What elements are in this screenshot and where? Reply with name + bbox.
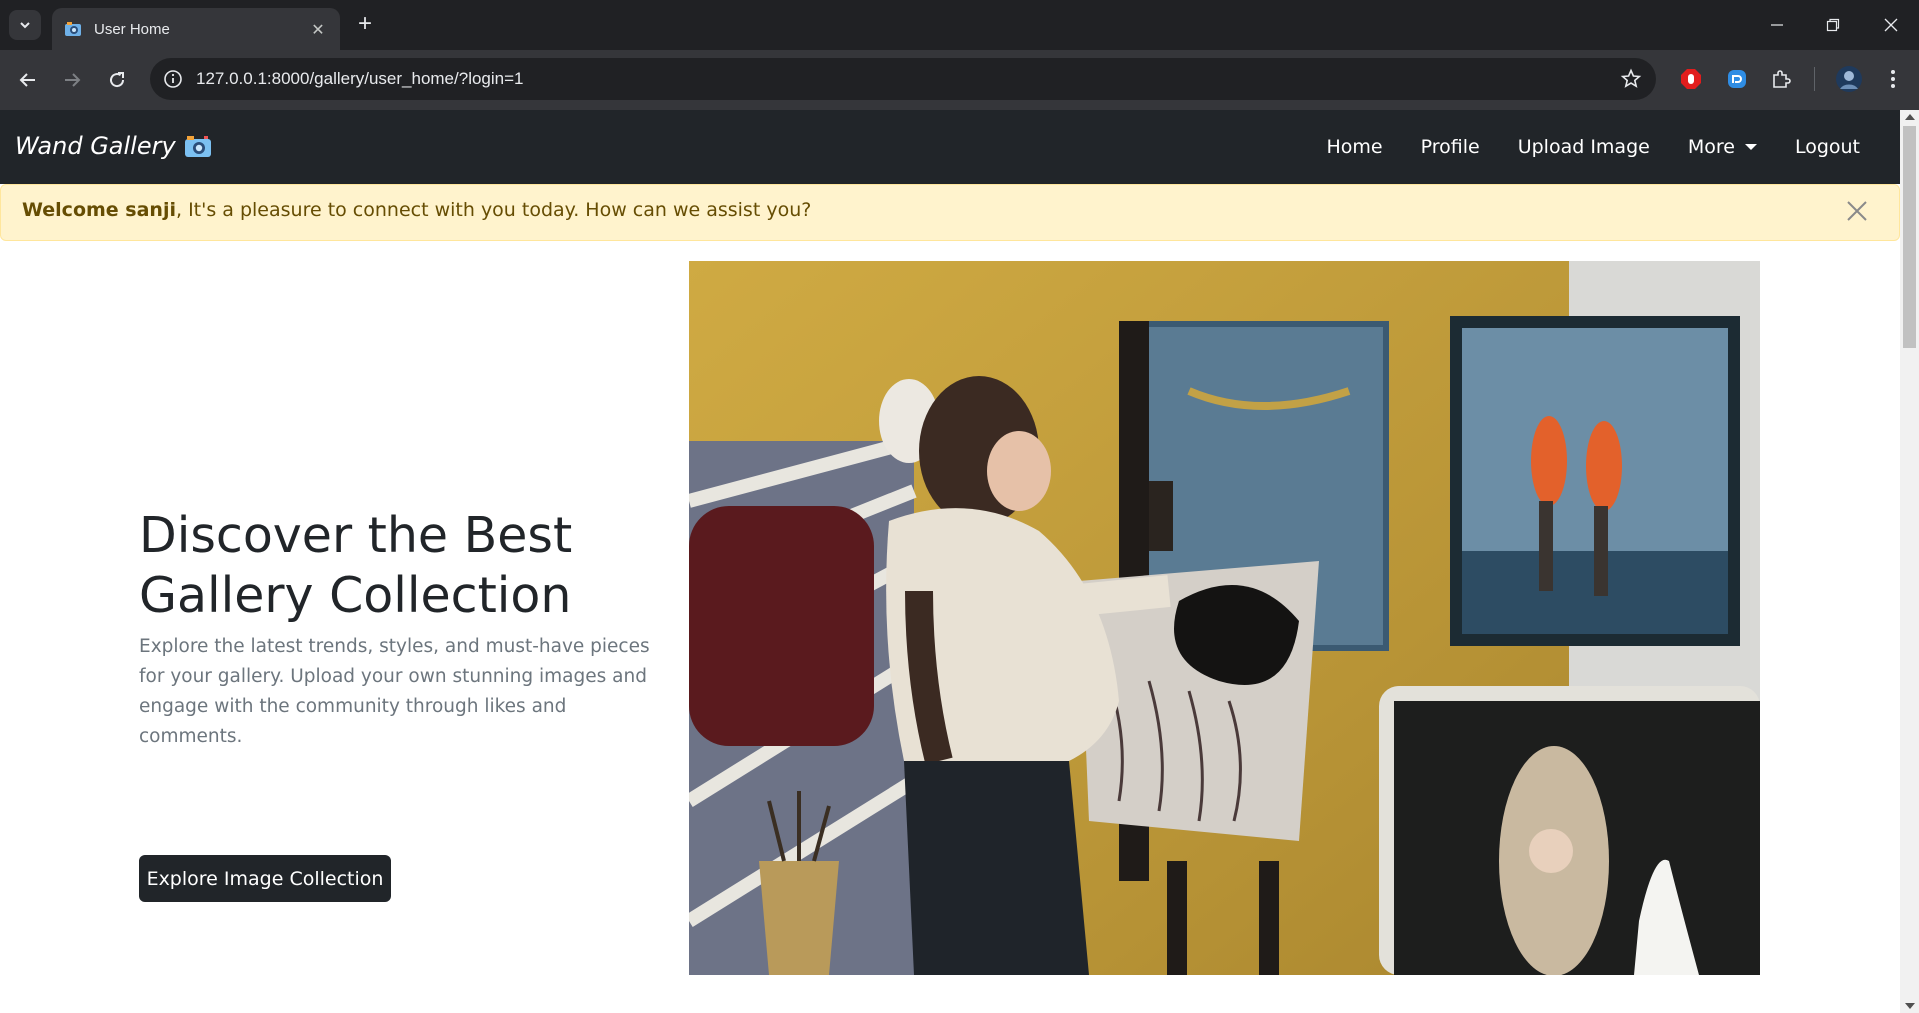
scrollbar-thumb[interactable] bbox=[1903, 126, 1916, 348]
reload-button[interactable] bbox=[101, 64, 133, 96]
bookmark-star-icon[interactable] bbox=[1620, 68, 1642, 90]
extension-blue-icon[interactable] bbox=[1724, 66, 1750, 92]
forward-arrow-icon bbox=[65, 73, 81, 87]
extensions-puzzle-button[interactable] bbox=[1768, 66, 1794, 92]
shield-extension-icon bbox=[1728, 70, 1746, 88]
nav-upload-image[interactable]: Upload Image bbox=[1499, 136, 1669, 158]
toolbar-separator bbox=[1814, 67, 1815, 91]
alert-welcome-bold: Welcome sanji bbox=[22, 199, 176, 221]
scroll-up-icon[interactable] bbox=[1905, 114, 1915, 120]
address-bar[interactable]: 127.0.0.1:8000/gallery/user_home/?login=… bbox=[150, 58, 1656, 100]
browser-menu-button[interactable] bbox=[1880, 66, 1906, 92]
artist-painting-image bbox=[689, 261, 1760, 975]
nav-profile[interactable]: Profile bbox=[1402, 136, 1499, 158]
nav-logout[interactable]: Logout bbox=[1776, 136, 1900, 158]
page-viewport: Wand Gallery Home Profile Upload Image M… bbox=[0, 110, 1900, 1013]
nav-upload-label: Upload Image bbox=[1517, 136, 1650, 158]
brand-link[interactable]: Wand Gallery bbox=[15, 132, 212, 160]
tab-search-button[interactable] bbox=[9, 10, 41, 40]
camera-favicon-icon bbox=[65, 22, 81, 36]
page-scrollbar[interactable] bbox=[1900, 110, 1919, 1013]
back-button[interactable] bbox=[12, 64, 44, 96]
nav-more-dropdown[interactable]: More bbox=[1669, 136, 1776, 158]
nav-profile-label: Profile bbox=[1420, 136, 1480, 158]
chevron-down-icon bbox=[20, 22, 30, 29]
site-info-icon[interactable] bbox=[162, 68, 184, 90]
browser-tabstrip: User Home ✕ + bbox=[0, 0, 1919, 50]
explore-collection-button[interactable]: Explore Image Collection bbox=[139, 855, 391, 902]
caret-down-icon bbox=[1744, 144, 1757, 150]
browser-toolbar: 127.0.0.1:8000/gallery/user_home/?login=… bbox=[0, 50, 1919, 110]
puzzle-icon bbox=[1773, 70, 1791, 88]
url-text[interactable]: 127.0.0.1:8000/gallery/user_home/?login=… bbox=[196, 69, 524, 89]
tab-title: User Home bbox=[94, 20, 170, 38]
welcome-alert: Welcome sanji, It's a pleasure to connec… bbox=[0, 184, 1900, 241]
alert-text: , It's a pleasure to connect with you to… bbox=[175, 199, 812, 221]
nav-links: Home Profile Upload Image More Logout bbox=[1308, 110, 1900, 184]
avatar-icon bbox=[1836, 66, 1862, 92]
restore-button[interactable] bbox=[1818, 10, 1848, 40]
extension-adblock-icon[interactable] bbox=[1678, 66, 1704, 92]
forward-button[interactable] bbox=[56, 64, 88, 96]
nav-home-label: Home bbox=[1326, 136, 1383, 158]
close-icon bbox=[1884, 18, 1898, 32]
minimize-icon bbox=[1771, 24, 1783, 26]
brand-name: Wand Gallery bbox=[15, 132, 176, 160]
hero-title: Discover the Best Gallery Collection bbox=[139, 507, 573, 624]
restore-icon bbox=[1826, 18, 1840, 32]
browser-tab[interactable]: User Home ✕ bbox=[52, 8, 340, 50]
site-navbar: Wand Gallery Home Profile Upload Image M… bbox=[0, 110, 1900, 184]
nav-more-label: More bbox=[1687, 136, 1735, 158]
camera-icon bbox=[184, 136, 211, 157]
hero-image bbox=[689, 261, 1760, 975]
alert-message: Welcome sanji, It's a pleasure to connec… bbox=[22, 199, 811, 221]
nav-home[interactable]: Home bbox=[1308, 136, 1402, 158]
nav-logout-label: Logout bbox=[1794, 136, 1860, 158]
profile-avatar[interactable] bbox=[1834, 64, 1864, 94]
reload-icon bbox=[110, 72, 125, 88]
back-arrow-icon bbox=[19, 73, 35, 87]
hero-lead: Explore the latest trends, styles, and m… bbox=[139, 636, 650, 747]
hand-stop-icon bbox=[1681, 69, 1701, 89]
alert-close-icon[interactable] bbox=[1845, 199, 1869, 223]
minimize-button[interactable] bbox=[1762, 10, 1792, 40]
new-tab-button[interactable]: + bbox=[352, 12, 378, 38]
kebab-menu-icon bbox=[1891, 70, 1895, 88]
scroll-down-icon[interactable] bbox=[1905, 1003, 1915, 1009]
close-window-button[interactable] bbox=[1876, 10, 1906, 40]
tab-close-icon[interactable]: ✕ bbox=[308, 20, 328, 39]
